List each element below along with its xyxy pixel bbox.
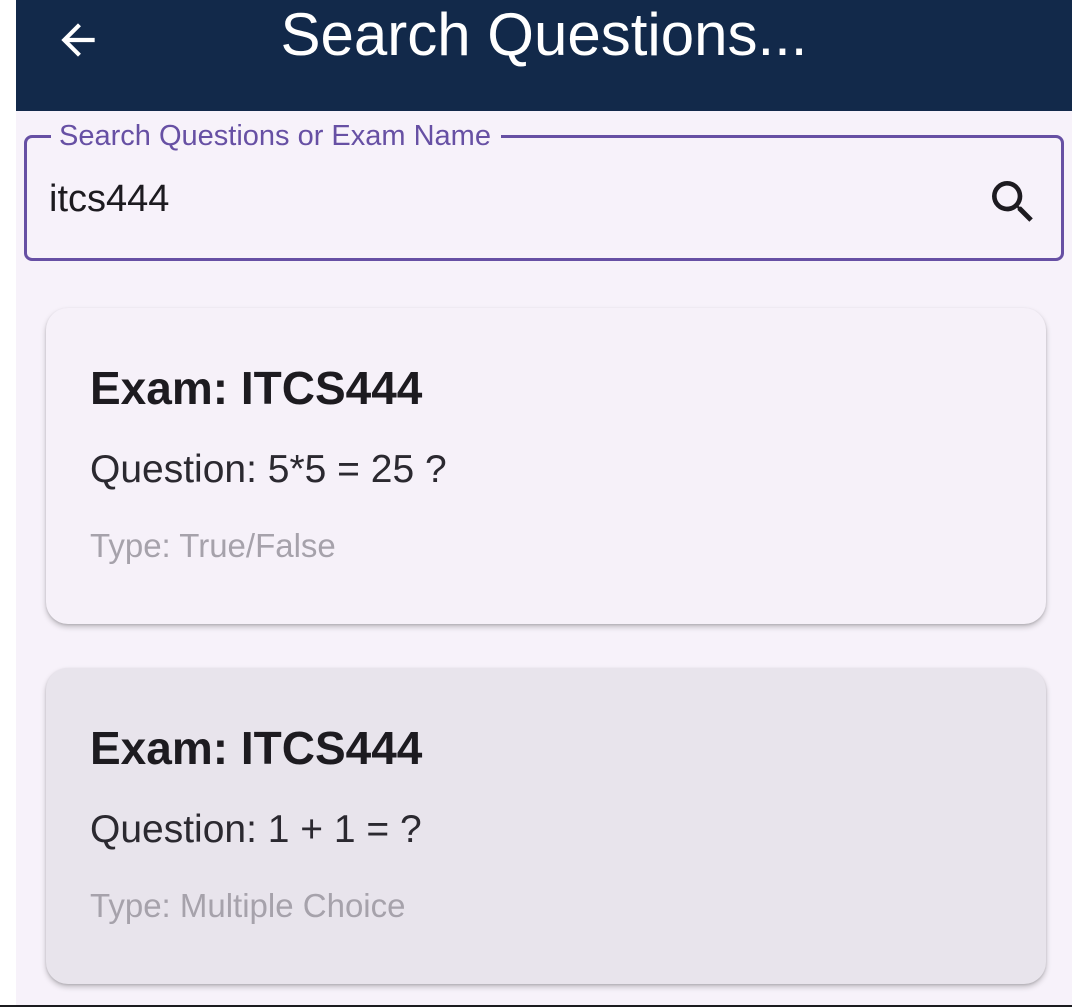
card-question-type: Type: True/False: [90, 527, 336, 564]
app-bar: Search Questions...: [16, 0, 1072, 111]
result-card[interactable]: Exam: ITCS444 Question: 1 + 1 = ? Type: …: [46, 668, 1046, 984]
card-question: Question: 1 + 1 = ?: [90, 808, 422, 851]
card-exam-name: Exam: ITCS444: [90, 722, 423, 774]
card-question-type: Type: Multiple Choice: [90, 887, 406, 924]
search-field-label: Search Questions or Exam Name: [51, 116, 501, 156]
results-list: Exam: ITCS444 Question: 5*5 = 25 ? Type:…: [46, 308, 1046, 1005]
card-exam-name: Exam: ITCS444: [90, 362, 423, 414]
result-card[interactable]: Exam: ITCS444 Question: 5*5 = 25 ? Type:…: [46, 308, 1046, 624]
search-input[interactable]: [49, 172, 929, 226]
page-title: Search Questions...: [280, 1, 808, 68]
search-field[interactable]: Search Questions or Exam Name: [24, 116, 1064, 261]
search-icon[interactable]: [985, 174, 1041, 230]
search-screen: Search Questions... Search Questions or …: [16, 0, 1072, 1005]
card-question: Question: 5*5 = 25 ?: [90, 448, 447, 491]
